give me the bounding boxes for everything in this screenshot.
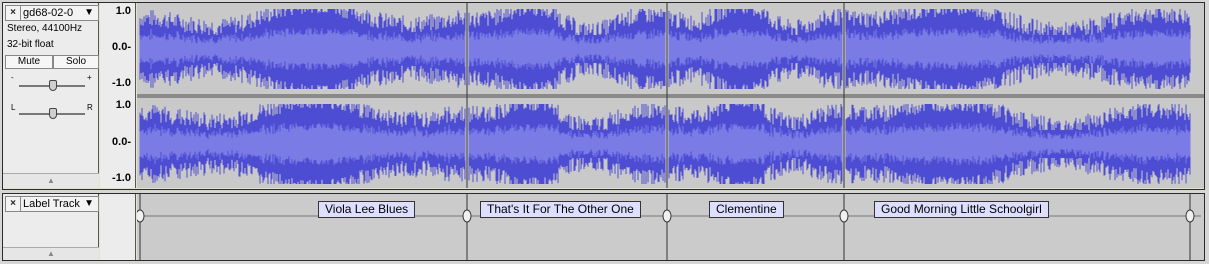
- label-text[interactable]: Clementine: [709, 201, 784, 218]
- label-marker[interactable]: [137, 194, 145, 260]
- waveform-display[interactable]: [137, 3, 1204, 188]
- ruler-bottom-zero: 0.0-: [112, 136, 131, 148]
- track-bitdepth-info: 32-bit float: [7, 39, 54, 50]
- close-label-track-icon[interactable]: ×: [6, 197, 21, 211]
- label-marker[interactable]: [839, 194, 849, 260]
- gain-slider-thumb[interactable]: [49, 80, 57, 91]
- gain-minus-label: -: [11, 73, 14, 82]
- close-track-icon[interactable]: ×: [6, 6, 21, 20]
- label-marker[interactable]: [462, 194, 472, 260]
- vertical-ruler: 1.0 0.0- -1.0 1.0 0.0- -1.0: [100, 3, 136, 188]
- pan-right-label: R: [87, 103, 93, 112]
- label-text[interactable]: That's It For The Other One: [480, 201, 641, 218]
- solo-button[interactable]: Solo: [53, 55, 99, 69]
- label-track-area[interactable]: Viola Lee Blues That's It For The Other …: [137, 194, 1204, 260]
- gain-plus-label: +: [87, 73, 92, 82]
- pan-left-label: L: [11, 103, 16, 112]
- label-marker[interactable]: [662, 194, 672, 260]
- label-track-title-bar[interactable]: × Label Track ▼: [5, 196, 99, 212]
- track-name-menu[interactable]: gd68-02-0: [23, 7, 73, 19]
- pan-slider[interactable]: L R: [5, 103, 99, 125]
- label-track-name-menu[interactable]: Label Track: [23, 198, 80, 210]
- track-format-info: Stereo, 44100Hz: [7, 23, 83, 34]
- gain-slider[interactable]: - +: [5, 73, 99, 97]
- ruler-bottom-min: -1.0: [112, 172, 131, 184]
- label-track-control-panel[interactable]: × Label Track ▼ ▲: [3, 194, 99, 260]
- mute-button[interactable]: Mute: [5, 55, 53, 69]
- ruler-top-max: 1.0: [115, 5, 131, 17]
- ruler-top-zero: 0.0-: [112, 41, 131, 53]
- label-text[interactable]: Good Morning Little Schoolgirl: [874, 201, 1049, 218]
- ruler-bottom-max: 1.0: [115, 99, 131, 111]
- audio-track-control-panel[interactable]: × gd68-02-0 ▼ Stereo, 44100Hz 32-bit flo…: [3, 3, 99, 188]
- waveform-canvas[interactable]: [137, 3, 1204, 188]
- label-marker[interactable]: [1185, 194, 1195, 260]
- label-track-ruler-spacer: [100, 194, 136, 260]
- collapse-label-track-icon[interactable]: ▲: [3, 247, 99, 260]
- track-title-bar[interactable]: × gd68-02-0 ▼: [5, 5, 99, 21]
- dropdown-arrow-icon[interactable]: ▼: [84, 7, 94, 18]
- ruler-top-min: -1.0: [112, 77, 131, 89]
- pan-slider-thumb[interactable]: [49, 108, 57, 119]
- collapse-track-icon[interactable]: ▲: [3, 173, 99, 188]
- waveform-rms: [139, 27, 1191, 71]
- label-text[interactable]: Viola Lee Blues: [318, 201, 416, 218]
- dropdown-arrow-icon[interactable]: ▼: [84, 198, 94, 209]
